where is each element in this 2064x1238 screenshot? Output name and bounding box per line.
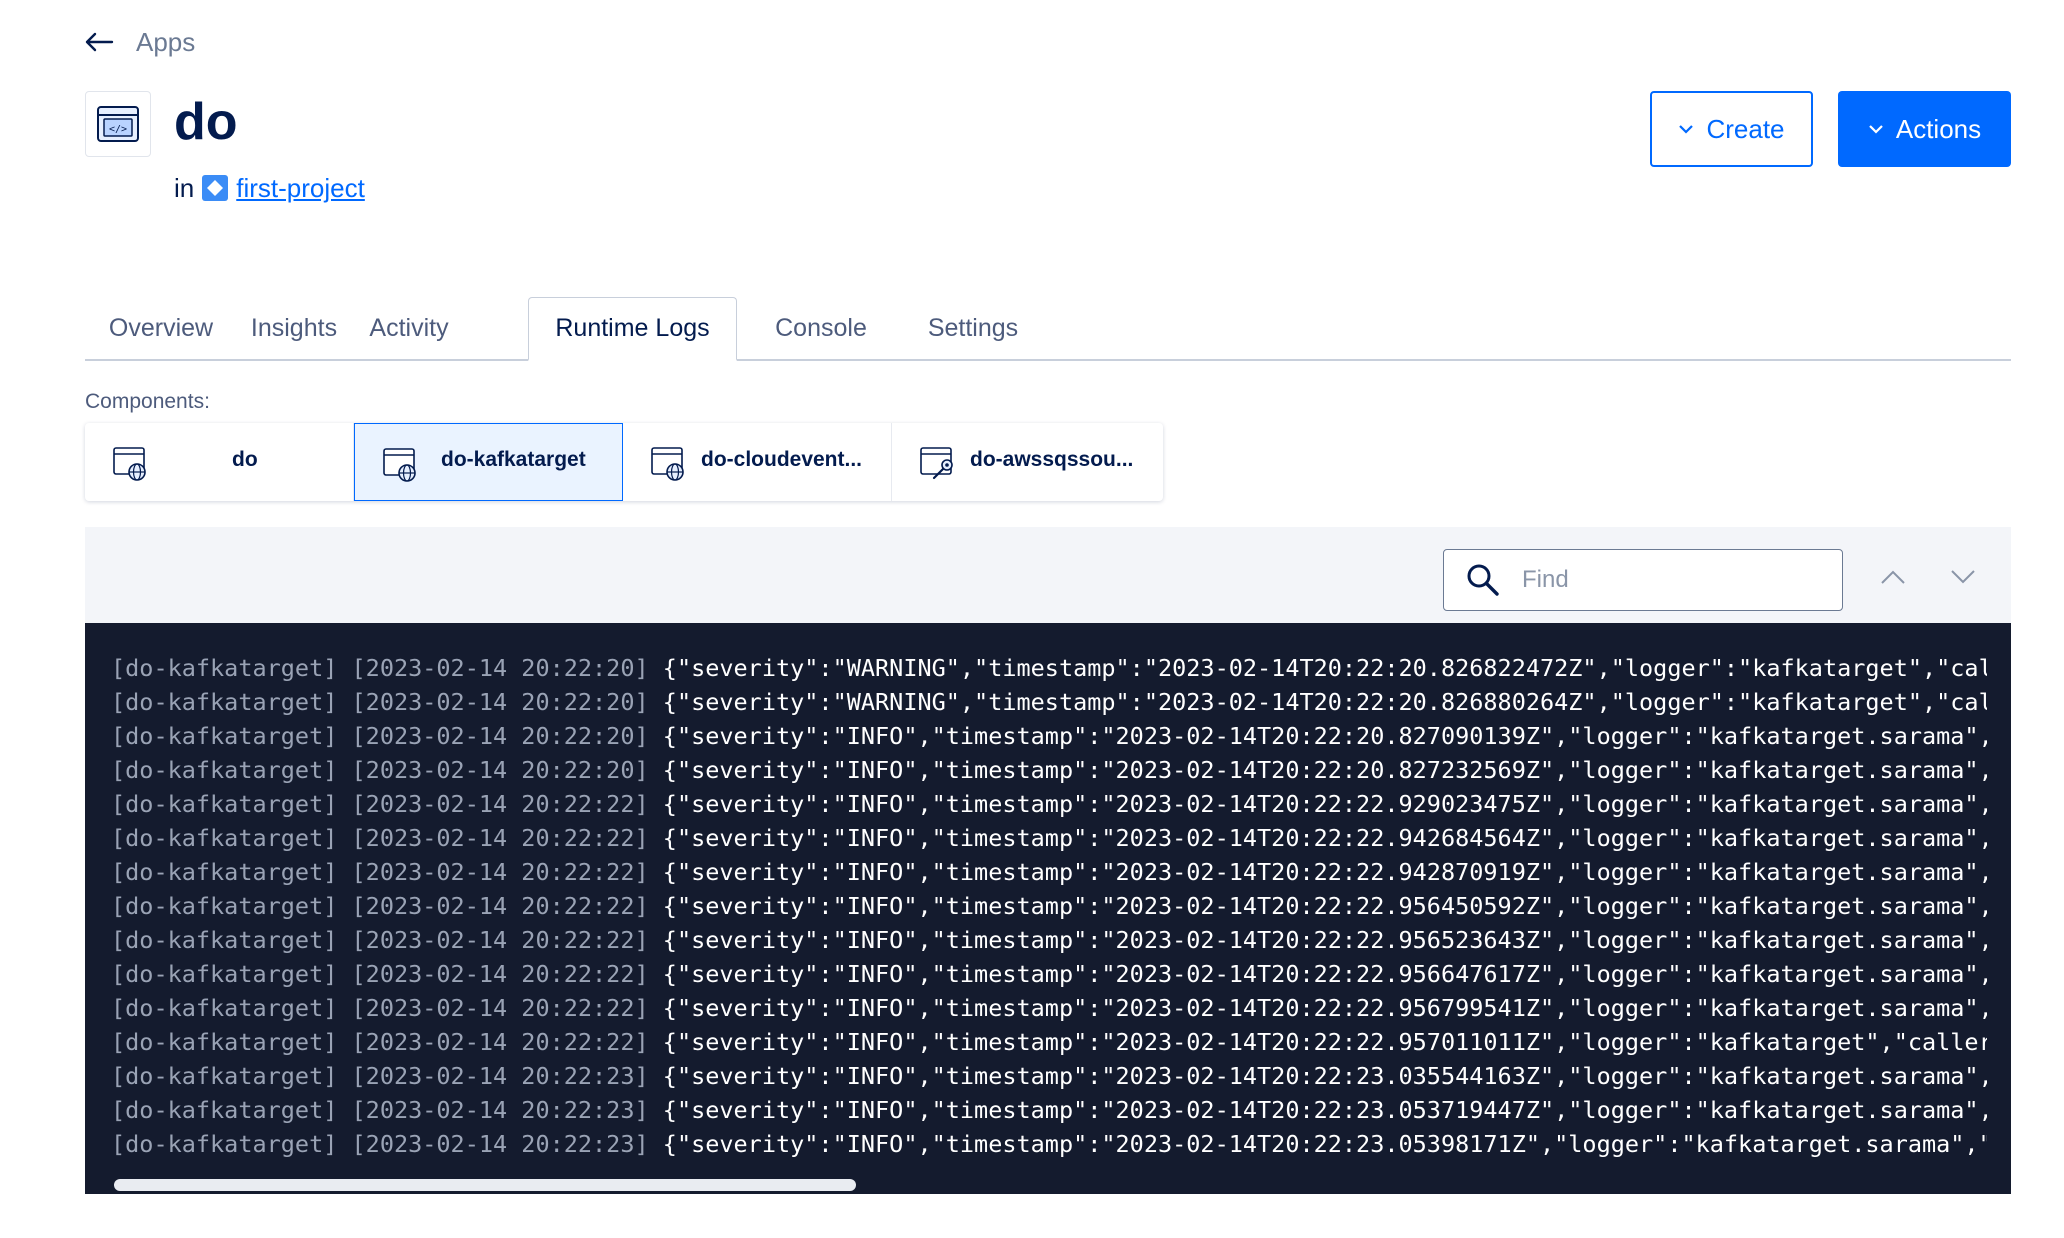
component-name: do (232, 448, 258, 471)
log-prefix: [do-kafkatarget] [2023-02-14 20:22:20] (111, 756, 649, 784)
log-lines: [do-kafkatarget] [2023-02-14 20:22:20] {… (111, 651, 1987, 1161)
log-line: [do-kafkatarget] [2023-02-14 20:22:20] {… (111, 753, 1987, 787)
page-title: do (174, 93, 238, 151)
find-input[interactable] (1520, 565, 1824, 595)
next-match-button[interactable] (1943, 560, 1983, 594)
actions-button[interactable]: Actions (1838, 91, 2011, 167)
log-prefix: [do-kafkatarget] [2023-02-14 20:22:22] (111, 892, 649, 920)
component-do-cloudevent[interactable]: do-cloudevent... (623, 423, 892, 501)
log-line: [do-kafkatarget] [2023-02-14 20:22:22] {… (111, 957, 1987, 991)
log-line: [do-kafkatarget] [2023-02-14 20:22:22] {… (111, 923, 1987, 957)
component-name: do-cloudevent... (701, 448, 863, 471)
tab-runtime-logs[interactable]: Runtime Logs (528, 297, 737, 361)
tab-bar: Overview Insights Activity Runtime Logs … (85, 297, 2011, 361)
find-field[interactable] (1443, 549, 1843, 611)
log-prefix: [do-kafkatarget] [2023-02-14 20:22:20] (111, 722, 649, 750)
component-name: do-awssqssou... (970, 448, 1134, 471)
web-service-icon (651, 447, 684, 481)
horizontal-scrollbar-thumb[interactable] (114, 1179, 856, 1191)
component-name: do-kafkatarget (441, 448, 586, 471)
create-button-label: Create (1706, 113, 1785, 144)
tab-activity[interactable]: Activity (355, 297, 463, 359)
arrow-left-icon (85, 32, 114, 52)
tab-overview[interactable]: Overview (85, 297, 237, 359)
log-prefix: [do-kafkatarget] [2023-02-14 20:22:22] (111, 858, 649, 886)
in-label: in (174, 172, 195, 203)
log-message: {"severity":"INFO","timestamp":"2023-02-… (662, 824, 1987, 852)
previous-match-button[interactable] (1873, 560, 1913, 594)
component-do-awssqssource[interactable]: do-awssqssou... (892, 423, 1161, 501)
search-icon (1467, 564, 1499, 596)
log-message: {"severity":"INFO","timestamp":"2023-02-… (662, 858, 1987, 886)
log-line: [do-kafkatarget] [2023-02-14 20:22:22] {… (111, 1025, 1987, 1059)
component-do[interactable]: do (85, 423, 354, 501)
log-line: [do-kafkatarget] [2023-02-14 20:22:22] {… (111, 821, 1987, 855)
log-message: {"severity":"INFO","timestamp":"2023-02-… (662, 756, 1987, 784)
svg-text:</>: </> (109, 124, 127, 135)
log-message: {"severity":"INFO","timestamp":"2023-02-… (662, 960, 1987, 988)
component-selector: do do-kafkatarget do-cloudevent... do-aw… (85, 423, 1163, 501)
log-prefix: [do-kafkatarget] [2023-02-14 20:22:23] (111, 1130, 649, 1158)
project-line: in first-project (174, 170, 365, 206)
chevron-down-icon (1951, 570, 1975, 584)
log-message: {"severity":"INFO","timestamp":"2023-02-… (662, 926, 1987, 954)
component-do-kafkatarget[interactable]: do-kafkatarget (354, 423, 623, 501)
worker-icon (920, 447, 953, 480)
chevron-down-icon (1869, 125, 1883, 134)
log-line: [do-kafkatarget] [2023-02-14 20:22:22] {… (111, 991, 1987, 1025)
log-prefix: [do-kafkatarget] [2023-02-14 20:22:22] (111, 1028, 649, 1056)
log-line: [do-kafkatarget] [2023-02-14 20:22:20] {… (111, 651, 1987, 685)
app-icon: </> (85, 91, 151, 157)
log-line: [do-kafkatarget] [2023-02-14 20:22:22] {… (111, 889, 1987, 923)
back-link[interactable]: Apps (84, 22, 195, 62)
web-service-icon (113, 447, 146, 481)
log-prefix: [do-kafkatarget] [2023-02-14 20:22:22] (111, 824, 649, 852)
log-prefix: [do-kafkatarget] [2023-02-14 20:22:20] (111, 688, 649, 716)
log-message: {"severity":"INFO","timestamp":"2023-02-… (662, 1028, 1987, 1056)
back-link-label: Apps (136, 26, 196, 57)
chevron-down-icon (1679, 125, 1694, 134)
log-message: {"severity":"INFO","timestamp":"2023-02-… (662, 1096, 1987, 1124)
log-message: {"severity":"INFO","timestamp":"2023-02-… (662, 790, 1987, 818)
log-prefix: [do-kafkatarget] [2023-02-14 20:22:23] (111, 1062, 649, 1090)
log-line: [do-kafkatarget] [2023-02-14 20:22:23] {… (111, 1127, 1987, 1161)
chevron-up-icon (1881, 570, 1905, 584)
create-button[interactable]: Create (1650, 91, 1813, 167)
log-message: {"severity":"WARNING","timestamp":"2023-… (662, 688, 1987, 716)
project-link[interactable]: first-project (236, 173, 365, 204)
log-line: [do-kafkatarget] [2023-02-14 20:22:20] {… (111, 685, 1987, 719)
log-prefix: [do-kafkatarget] [2023-02-14 20:22:22] (111, 790, 649, 818)
log-line: [do-kafkatarget] [2023-02-14 20:22:22] {… (111, 855, 1987, 889)
log-prefix: [do-kafkatarget] [2023-02-14 20:22:22] (111, 994, 649, 1022)
web-service-icon (383, 448, 416, 482)
log-prefix: [do-kafkatarget] [2023-02-14 20:22:23] (111, 1096, 649, 1124)
log-message: {"severity":"INFO","timestamp":"2023-02-… (662, 994, 1987, 1022)
log-line: [do-kafkatarget] [2023-02-14 20:22:23] {… (111, 1093, 1987, 1127)
log-message: {"severity":"INFO","timestamp":"2023-02-… (662, 892, 1987, 920)
log-prefix: [do-kafkatarget] [2023-02-14 20:22:22] (111, 926, 649, 954)
components-label: Components: (85, 390, 210, 413)
log-line: [do-kafkatarget] [2023-02-14 20:22:22] {… (111, 787, 1987, 821)
log-prefix: [do-kafkatarget] [2023-02-14 20:22:20] (111, 654, 649, 682)
log-message: {"severity":"INFO","timestamp":"2023-02-… (662, 722, 1987, 750)
log-prefix: [do-kafkatarget] [2023-02-14 20:22:22] (111, 960, 649, 988)
log-message: {"severity":"INFO","timestamp":"2023-02-… (662, 1130, 1987, 1158)
tab-settings[interactable]: Settings (903, 297, 1043, 359)
log-line: [do-kafkatarget] [2023-02-14 20:22:23] {… (111, 1059, 1987, 1093)
tab-insights[interactable]: Insights (247, 297, 341, 359)
log-output[interactable]: [do-kafkatarget] [2023-02-14 20:22:20] {… (85, 623, 2011, 1194)
tab-console[interactable]: Console (754, 297, 888, 359)
log-line: [do-kafkatarget] [2023-02-14 20:22:20] {… (111, 719, 1987, 753)
code-window-icon: </> (97, 106, 139, 142)
actions-button-label: Actions (1895, 113, 1982, 144)
log-message: {"severity":"WARNING","timestamp":"2023-… (662, 654, 1987, 682)
log-message: {"severity":"INFO","timestamp":"2023-02-… (662, 1062, 1987, 1090)
project-icon (202, 175, 229, 201)
